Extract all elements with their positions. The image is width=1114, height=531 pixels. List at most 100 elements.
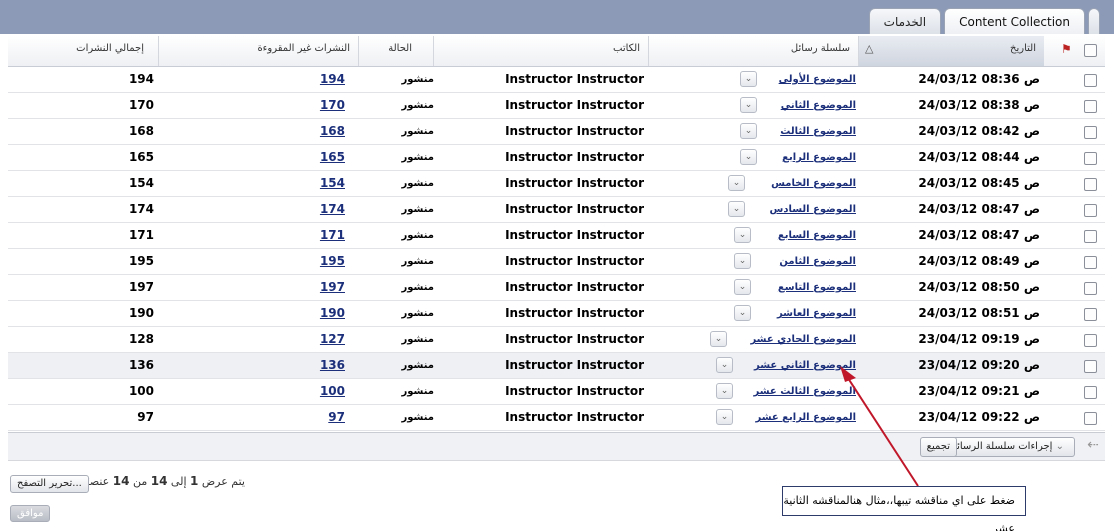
- row-checkbox[interactable]: [1084, 386, 1097, 399]
- table-row[interactable]: 23/04/12 09:19 ص الموضوع الحادي عشر ⌄ Instr…: [8, 327, 1105, 353]
- table-row[interactable]: 24/03/12 08:51 ص الموضوع العاشر ⌄ Instructo…: [8, 301, 1105, 327]
- thread-menu-dropdown[interactable]: ⌄: [728, 175, 745, 191]
- row-date: 23/04/12 09:22 ص: [918, 410, 1040, 424]
- row-checkbox[interactable]: [1084, 152, 1097, 165]
- thread-menu-dropdown[interactable]: ⌄: [734, 227, 751, 243]
- row-checkbox[interactable]: [1084, 308, 1097, 321]
- tab-content-collection[interactable]: Content Collection: [944, 8, 1085, 34]
- row-thread-link[interactable]: الموضوع السادس: [770, 197, 856, 222]
- row-checkbox[interactable]: [1084, 412, 1097, 425]
- row-author: Instructor Instructor: [505, 124, 644, 138]
- row-checkbox[interactable]: [1084, 100, 1097, 113]
- table-row[interactable]: 23/04/12 09:21 ص الموضوع الثالث عشر ⌄ Instr…: [8, 379, 1105, 405]
- row-checkbox[interactable]: [1084, 230, 1097, 243]
- table-row[interactable]: 23/04/12 09:22 ص الموضوع الرابع عشر ⌄ Instr…: [8, 405, 1105, 431]
- row-checkbox[interactable]: [1084, 204, 1097, 217]
- chevron-down-icon: ⌄: [744, 152, 753, 162]
- row-thread-link[interactable]: الموضوع الخامس: [771, 171, 856, 196]
- row-unread-count[interactable]: 100: [320, 379, 345, 404]
- thread-menu-dropdown[interactable]: ⌄: [740, 71, 757, 87]
- table-row[interactable]: 24/03/12 08:36 ص الموضوع الأولى ⌄ Instructo…: [8, 67, 1105, 93]
- row-thread-link[interactable]: الموضوع الأولى: [779, 67, 856, 92]
- column-author-header[interactable]: الكاتب: [433, 36, 648, 66]
- row-thread-link[interactable]: الموضوع الثالث عشر: [754, 379, 856, 404]
- thread-menu-dropdown[interactable]: ⌄: [734, 305, 751, 321]
- table-row[interactable]: 24/03/12 08:38 ص الموضوع الثاني ⌄ Instructo…: [8, 93, 1105, 119]
- row-date: 23/04/12 09:20 ص: [918, 358, 1040, 372]
- table-row[interactable]: 24/03/12 08:42 ص الموضوع الثالث ⌄ Instructo…: [8, 119, 1105, 145]
- column-unread-header[interactable]: النشرات غير المقروءة: [158, 36, 358, 66]
- table-row[interactable]: 24/03/12 08:47 ص الموضوع السابع ⌄ Instructo…: [8, 223, 1105, 249]
- row-checkbox[interactable]: [1084, 74, 1097, 87]
- row-thread-link[interactable]: الموضوع الرابع عشر: [755, 405, 856, 430]
- row-thread-link[interactable]: الموضوع الرابع: [782, 145, 856, 170]
- table-row[interactable]: 24/03/12 08:47 ص الموضوع السادس ⌄ Instructo…: [8, 197, 1105, 223]
- thread-menu-dropdown[interactable]: ⌄: [728, 201, 745, 217]
- row-date: 24/03/12 08:51 ص: [918, 306, 1040, 320]
- select-all-checkbox[interactable]: [1084, 44, 1097, 57]
- ok-button[interactable]: موافق: [10, 505, 51, 522]
- collect-button[interactable]: تجميع: [919, 437, 957, 457]
- row-checkbox[interactable]: [1084, 360, 1097, 373]
- column-date-header[interactable]: التاريخ △: [858, 36, 1044, 66]
- thread-menu-dropdown[interactable]: ⌄: [740, 123, 757, 139]
- edit-paging-button[interactable]: تحرير التصفح...: [10, 475, 89, 493]
- thread-menu-dropdown[interactable]: ⌄: [734, 253, 751, 269]
- row-unread-count[interactable]: 97: [328, 405, 345, 430]
- row-thread-link[interactable]: الموضوع التاسع: [778, 275, 856, 300]
- table-row[interactable]: 24/03/12 08:44 ص الموضوع الرابع ⌄ Instructo…: [8, 145, 1105, 171]
- table-row[interactable]: 24/03/12 08:50 ص الموضوع التاسع ⌄ Instructo…: [8, 275, 1105, 301]
- row-checkbox[interactable]: [1084, 178, 1097, 191]
- column-total-header[interactable]: إجمالي النشرات: [8, 36, 158, 66]
- row-unread-count[interactable]: 174: [320, 197, 345, 222]
- row-thread-link[interactable]: الموضوع الثاني عشر: [754, 353, 856, 378]
- row-thread-link[interactable]: الموضوع الثاني: [781, 93, 856, 118]
- row-thread-link[interactable]: الموضوع العاشر: [777, 301, 856, 326]
- flag-icon[interactable]: ⚑: [1061, 42, 1072, 56]
- row-unread-count[interactable]: 127: [320, 327, 345, 352]
- row-author: Instructor Instructor: [505, 410, 644, 424]
- row-date: 24/03/12 08:47 ص: [918, 228, 1040, 242]
- row-unread-count[interactable]: 194: [320, 67, 345, 92]
- thread-menu-dropdown[interactable]: ⌄: [716, 383, 733, 399]
- row-unread-count[interactable]: 168: [320, 119, 345, 144]
- row-date: 24/03/12 08:50 ص: [918, 280, 1040, 294]
- thread-menu-dropdown[interactable]: ⌄: [716, 357, 733, 373]
- row-unread-count[interactable]: 165: [320, 145, 345, 170]
- row-checkbox[interactable]: [1084, 282, 1097, 295]
- row-checkbox[interactable]: [1084, 256, 1097, 269]
- row-author: Instructor Instructor: [505, 358, 644, 372]
- row-unread-count[interactable]: 170: [320, 93, 345, 118]
- row-unread-count[interactable]: 136: [320, 353, 345, 378]
- tab-services[interactable]: الخدمات: [868, 8, 942, 34]
- thread-actions-button[interactable]: إجراءات سلسلة الرسائل ⌄: [942, 437, 1075, 457]
- chevron-down-icon: ⌄: [738, 282, 747, 292]
- row-checkbox[interactable]: [1084, 334, 1097, 347]
- column-thread-header[interactable]: سلسلة رسائل: [648, 36, 858, 66]
- thread-menu-dropdown[interactable]: ⌄: [740, 149, 757, 165]
- row-unread-count[interactable]: 197: [320, 275, 345, 300]
- row-unread-count[interactable]: 154: [320, 171, 345, 196]
- row-checkbox[interactable]: [1084, 126, 1097, 139]
- row-unread-count[interactable]: 195: [320, 249, 345, 274]
- table-row[interactable]: 24/03/12 08:45 ص الموضوع الخامس ⌄ Instructo…: [8, 171, 1105, 197]
- row-thread-link[interactable]: الموضوع الحادي عشر: [750, 327, 856, 352]
- chevron-down-icon: ⌄: [1055, 441, 1064, 452]
- row-unread-count[interactable]: 190: [320, 301, 345, 326]
- row-thread-link[interactable]: الموضوع السابع: [778, 223, 856, 248]
- row-status: منشور: [401, 74, 434, 85]
- thread-menu-dropdown[interactable]: ⌄: [740, 97, 757, 113]
- thread-menu-dropdown[interactable]: ⌄: [716, 409, 733, 425]
- table-row[interactable]: 23/04/12 09:20 ص الموضوع الثاني عشر ⌄ Instr…: [8, 353, 1105, 379]
- table-row[interactable]: 24/03/12 08:49 ص الموضوع الثامن ⌄ Instructo…: [8, 249, 1105, 275]
- chevron-down-icon: ⌄: [720, 386, 729, 396]
- row-thread-link[interactable]: الموضوع الثامن: [779, 249, 856, 274]
- chevron-down-icon: ⌄: [720, 360, 729, 370]
- row-unread-count[interactable]: 171: [320, 223, 345, 248]
- sort-asc-icon: △: [865, 42, 874, 55]
- row-status: منشور: [401, 230, 434, 241]
- thread-menu-dropdown[interactable]: ⌄: [710, 331, 727, 347]
- row-thread-link[interactable]: الموضوع الثالث: [780, 119, 856, 144]
- column-status-header[interactable]: الحالة: [358, 36, 433, 66]
- thread-menu-dropdown[interactable]: ⌄: [734, 279, 751, 295]
